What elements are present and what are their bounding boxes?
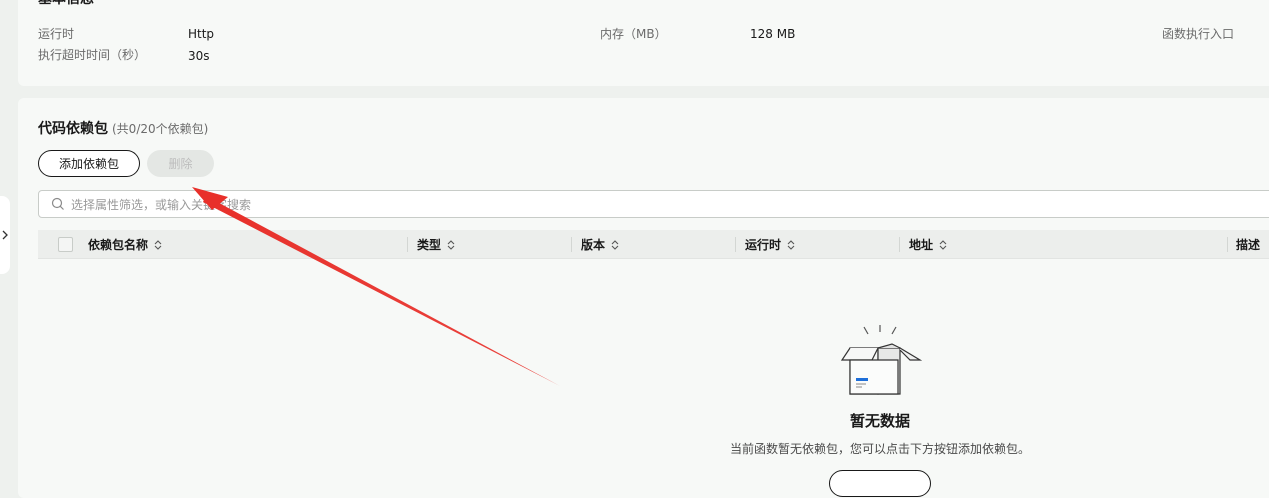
sort-icon[interactable] <box>153 239 163 251</box>
column-divider <box>571 237 572 252</box>
chevron-right-icon <box>1 230 9 240</box>
column-divider <box>735 237 736 252</box>
add-dependency-button[interactable]: 添加依赖包 <box>38 150 140 177</box>
timeout-label: 执行超时时间（秒） <box>38 48 147 62</box>
memory-label: 内存（MB） <box>600 27 667 41</box>
basic-info-panel: 基本信息 运行时 Http 执行超时时间（秒） 30s 内存（MB） 128 M… <box>18 0 1269 86</box>
column-divider <box>407 237 408 252</box>
memory-value: 128 MB <box>750 27 796 41</box>
select-all-checkbox[interactable] <box>58 237 73 252</box>
column-label: 地址 <box>909 238 934 252</box>
column-label: 版本 <box>581 238 606 252</box>
search-icon <box>51 197 65 211</box>
sidebar-expand-tab[interactable] <box>0 196 10 274</box>
empty-state-title: 暂无数据 <box>849 412 910 430</box>
column-label: 运行时 <box>745 238 782 252</box>
column-header-address[interactable]: 地址 <box>909 230 948 259</box>
search-placeholder: 选择属性筛选，或输入关键字搜索 <box>71 197 252 212</box>
column-header-description: 描述 <box>1236 230 1260 259</box>
empty-state-description: 当前函数暂无依赖包，您可以点击下方按钮添加依赖包。 <box>729 442 1030 456</box>
section-title: 代码依赖包 (共0/20个依赖包) <box>38 118 208 138</box>
column-header-version[interactable]: 版本 <box>581 230 620 259</box>
delete-button[interactable]: 删除 <box>147 150 214 177</box>
column-header-type[interactable]: 类型 <box>417 230 456 259</box>
dependencies-panel: 代码依赖包 (共0/20个依赖包) 添加依赖包 删除 选择属性筛选，或输入关键字搜… <box>18 98 1269 498</box>
empty-box-icon <box>838 324 923 400</box>
empty-state-add-button[interactable] <box>829 470 931 497</box>
timeout-value: 30s <box>188 49 210 63</box>
sort-icon[interactable] <box>610 239 620 251</box>
dependencies-title: 代码依赖包 <box>38 121 108 137</box>
column-label: 依赖包名称 <box>88 238 149 252</box>
sort-icon[interactable] <box>938 239 948 251</box>
sort-icon[interactable] <box>786 239 796 251</box>
sort-icon[interactable] <box>446 239 456 251</box>
entry-label: 函数执行入口 <box>1162 27 1235 41</box>
search-input[interactable]: 选择属性筛选，或输入关键字搜索 <box>38 190 1269 218</box>
dependency-count: (共0/20个依赖包) <box>112 122 209 136</box>
runtime-label: 运行时 <box>38 27 75 41</box>
column-label: 描述 <box>1236 238 1261 252</box>
runtime-value: Http <box>188 27 215 41</box>
column-divider <box>1227 237 1228 252</box>
column-header-name[interactable]: 依赖包名称 <box>88 230 163 259</box>
table-header: 依赖包名称 类型 版本 运行时 地址 描述 <box>38 230 1269 259</box>
column-header-runtime[interactable]: 运行时 <box>745 230 796 259</box>
column-divider <box>899 237 900 252</box>
basic-info-title: 基本信息 <box>38 0 94 8</box>
column-label: 类型 <box>417 238 442 252</box>
